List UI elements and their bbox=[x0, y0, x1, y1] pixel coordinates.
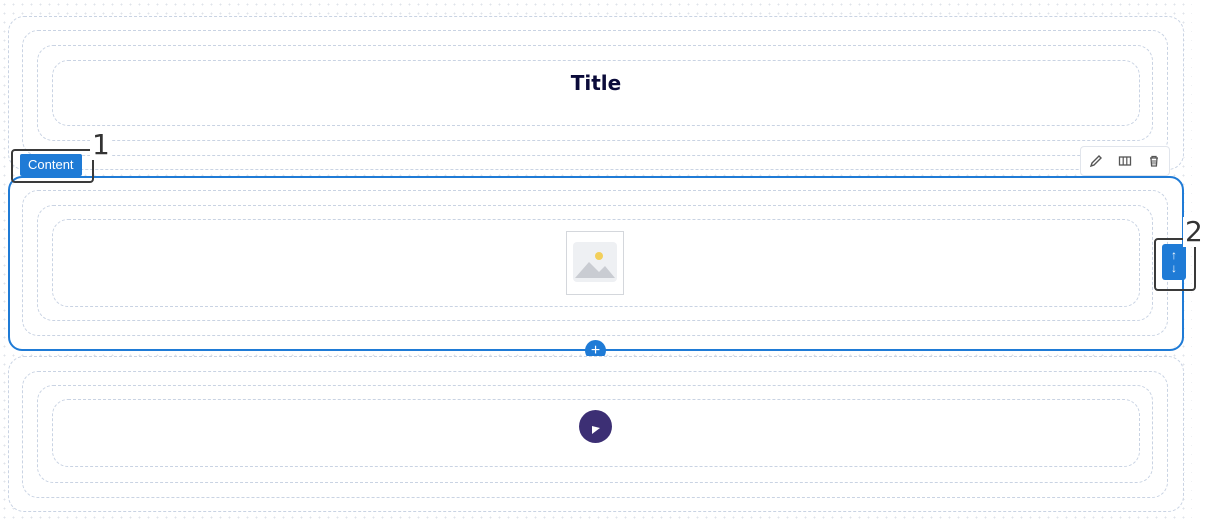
app-logo-icon[interactable] bbox=[579, 410, 612, 443]
page-title[interactable]: Title bbox=[53, 71, 1139, 95]
title-block[interactable]: Title bbox=[52, 60, 1140, 126]
columns-icon[interactable] bbox=[1116, 152, 1134, 170]
trash-icon[interactable] bbox=[1145, 152, 1163, 170]
section-toolbar bbox=[1080, 146, 1170, 176]
callout-number-1: 1 bbox=[90, 128, 112, 161]
callout-box-1 bbox=[11, 149, 94, 183]
pencil-icon[interactable] bbox=[1087, 152, 1105, 170]
content-section-selected-outline[interactable] bbox=[8, 176, 1184, 351]
callout-number-2: 2 bbox=[1183, 215, 1205, 248]
